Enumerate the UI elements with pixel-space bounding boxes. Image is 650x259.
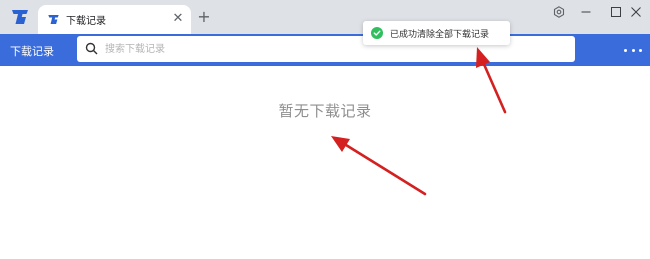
browser-tab[interactable]: 下载记录 ✕ — [38, 5, 191, 34]
page-title: 下载记录 — [10, 45, 54, 58]
search-icon — [85, 42, 98, 55]
new-tab-icon[interactable]: + — [195, 7, 213, 26]
settings-icon[interactable] — [546, 3, 572, 21]
empty-state-message: 暂无下载记录 — [278, 102, 372, 120]
annotation-arrow-empty-state — [331, 136, 427, 196]
toast-notification: 已成功清除全部下载记录 — [363, 21, 510, 45]
app-header: 下载记录 — [0, 34, 650, 66]
title-bar: 下载记录 ✕ + — [0, 0, 650, 34]
minimize-icon[interactable] — [573, 3, 599, 21]
app-logo-icon[interactable] — [10, 7, 30, 27]
tab-favicon-icon — [48, 14, 59, 25]
check-circle-icon — [371, 27, 383, 39]
tab-title: 下载记录 — [66, 16, 106, 27]
toast-message: 已成功清除全部下载记录 — [390, 30, 490, 40]
window-close-icon[interactable] — [624, 3, 648, 21]
more-icon[interactable] — [624, 42, 642, 58]
tab-close-icon[interactable]: ✕ — [170, 10, 186, 26]
